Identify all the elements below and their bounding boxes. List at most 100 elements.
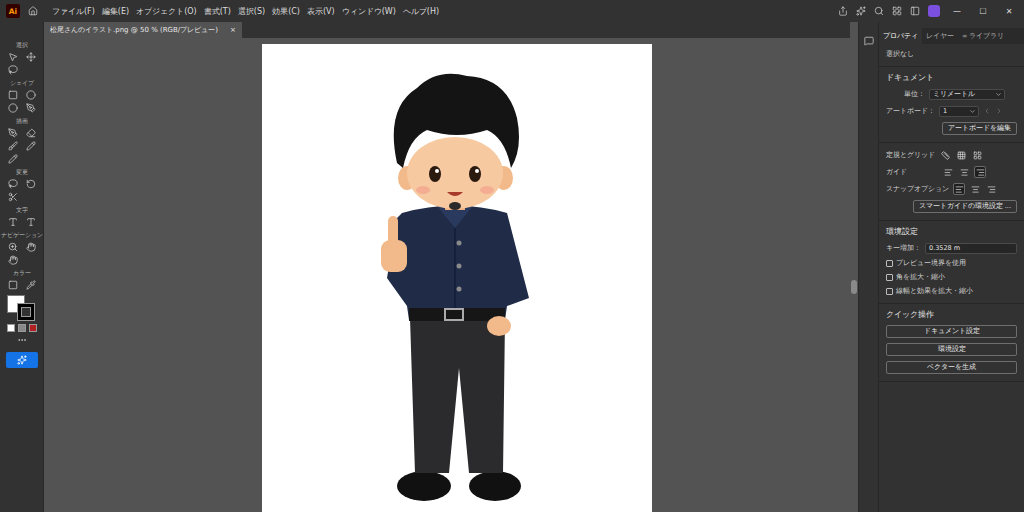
menu-item[interactable]: 表示(V): [307, 6, 335, 17]
stroke-swatch[interactable]: [17, 303, 35, 321]
tool-icon[interactable]: [8, 128, 18, 138]
smart-guides-button[interactable]: スマートガイドの環境設定 ...: [913, 200, 1017, 213]
snap-toggle[interactable]: [985, 183, 997, 195]
menu-item[interactable]: 選択(S): [238, 6, 265, 17]
checkbox[interactable]: [886, 274, 893, 281]
snap-toggle[interactable]: [953, 183, 965, 195]
quick-action-button[interactable]: ドキュメント設定: [886, 325, 1017, 338]
document-tab[interactable]: 松尾さんのイラスト.png @ 50 % (RGB/プレビュー)×: [44, 22, 242, 38]
checkbox-row[interactable]: プレビュー境界を使用: [886, 259, 1017, 268]
ruler-toggle[interactable]: [955, 149, 967, 161]
tool-icon[interactable]: [8, 255, 18, 265]
tool-icon[interactable]: [8, 141, 18, 151]
tool-icon[interactable]: [8, 65, 18, 75]
app-logo: Ai: [6, 4, 20, 18]
fill-stroke[interactable]: [7, 295, 37, 321]
ruler-toggle[interactable]: [939, 149, 951, 161]
tool-icon[interactable]: [26, 280, 36, 290]
guide-toggle[interactable]: [958, 166, 970, 178]
tool-icon[interactable]: [26, 179, 36, 189]
tool-section-label: 選択: [16, 42, 28, 49]
tool-section-label: 文字: [16, 207, 28, 214]
sparkles-icon: [17, 355, 27, 365]
none-mode[interactable]: [29, 324, 37, 332]
key-increment-field[interactable]: 0.3528 m: [925, 243, 1017, 254]
next-artboard-icon[interactable]: [995, 107, 1003, 115]
artboard-dropdown[interactable]: 1: [939, 106, 979, 117]
selection-section: 選択なし: [879, 44, 1024, 67]
home-icon[interactable]: [28, 6, 38, 16]
tool-icon[interactable]: [26, 103, 36, 113]
sparkles-icon[interactable]: [856, 6, 866, 16]
tool-section-label: 変更: [16, 169, 28, 176]
more-tools-icon[interactable]: [17, 335, 27, 345]
menu-item[interactable]: ヘルプ(H): [403, 6, 439, 17]
tool-icon[interactable]: [26, 90, 36, 100]
avatar-icon[interactable]: [928, 5, 940, 17]
quick-action-button[interactable]: ベクターを生成: [886, 361, 1017, 374]
guide-icon: [960, 168, 969, 177]
guide-toggle[interactable]: [942, 166, 954, 178]
guide-toggle[interactable]: [974, 166, 986, 178]
share-icon[interactable]: [838, 6, 848, 16]
gradient-mode[interactable]: [18, 324, 26, 332]
tool-section-label: 描画: [16, 118, 28, 125]
menu-item[interactable]: 書式(T): [204, 6, 231, 17]
tool-group: [6, 90, 38, 113]
artboard[interactable]: [262, 44, 652, 512]
menu-item[interactable]: ウィンドウ(W): [342, 6, 396, 17]
close-tab-button[interactable]: ×: [230, 26, 236, 34]
menu-item[interactable]: 編集(E): [102, 6, 129, 17]
panel-icon[interactable]: [910, 6, 920, 16]
scroll-thumb[interactable]: [851, 280, 857, 294]
tool-icon[interactable]: [8, 52, 18, 62]
ruler-guide-section: 定規とグリッドガイドスナップオプションスマートガイドの環境設定 ...: [879, 143, 1024, 221]
selection-status: 選択なし: [886, 50, 1017, 59]
checkbox[interactable]: [886, 288, 893, 295]
tool-icon[interactable]: [8, 242, 18, 252]
tool-icon[interactable]: [26, 128, 36, 138]
tool-icon[interactable]: [8, 179, 18, 189]
quick-action-button[interactable]: 環境設定: [886, 343, 1017, 356]
generative-button[interactable]: [6, 352, 38, 368]
ruler-grid-icon: [941, 151, 950, 160]
tool-icon[interactable]: [8, 90, 18, 100]
comment-icon[interactable]: [864, 36, 874, 46]
color-mode[interactable]: [7, 324, 15, 332]
menu: ファイル(F) 編集(E) オブジェクト(O) 書式(T) 選択(S) 効果(C) 表示(V…: [52, 6, 439, 17]
tool-icon[interactable]: [8, 280, 18, 290]
ruler-toggle[interactable]: [971, 149, 983, 161]
vertical-scrollbar[interactable]: [850, 22, 858, 512]
edit-artboard-button[interactable]: アートボードを編集: [942, 122, 1017, 135]
tool-icon[interactable]: [26, 52, 36, 62]
tool-icon[interactable]: [26, 141, 36, 151]
window-control[interactable]: ✕: [1000, 7, 1018, 16]
window-control[interactable]: ☐: [974, 7, 992, 16]
previous-artboard-icon[interactable]: [983, 107, 991, 115]
checkbox-row[interactable]: 線幅と効果を拡大・縮小: [886, 287, 1017, 296]
search-icon[interactable]: [874, 6, 884, 16]
tool-group: [6, 128, 38, 164]
checkbox-row[interactable]: 角を拡大・縮小: [886, 273, 1017, 282]
panel-dock: [858, 22, 878, 512]
panel-tab[interactable]: ∞ ライブラリ: [958, 28, 1008, 44]
chevron-down-icon: [969, 108, 976, 115]
workspace-icon[interactable]: [892, 6, 902, 16]
tool-icon[interactable]: [8, 154, 18, 164]
menu-item[interactable]: 効果(C): [272, 6, 300, 17]
menu-item[interactable]: ファイル(F): [52, 6, 95, 17]
canvas[interactable]: [44, 38, 850, 512]
snap-toggle[interactable]: [969, 183, 981, 195]
checkbox[interactable]: [886, 260, 893, 267]
panel-tab[interactable]: プロパティ: [879, 28, 922, 44]
tool-icon[interactable]: [26, 242, 36, 252]
panel-tabs: プロパティレイヤー∞ ライブラリ: [879, 28, 1024, 44]
tool-icon[interactable]: [8, 217, 18, 227]
tool-icon[interactable]: [26, 217, 36, 227]
window-control[interactable]: —: [948, 7, 966, 16]
unit-dropdown[interactable]: ミリメートル: [929, 89, 1005, 100]
tool-icon[interactable]: [8, 103, 18, 113]
tool-icon[interactable]: [8, 192, 18, 202]
panel-tab[interactable]: レイヤー: [922, 28, 958, 44]
menu-item[interactable]: オブジェクト(O): [136, 6, 197, 17]
